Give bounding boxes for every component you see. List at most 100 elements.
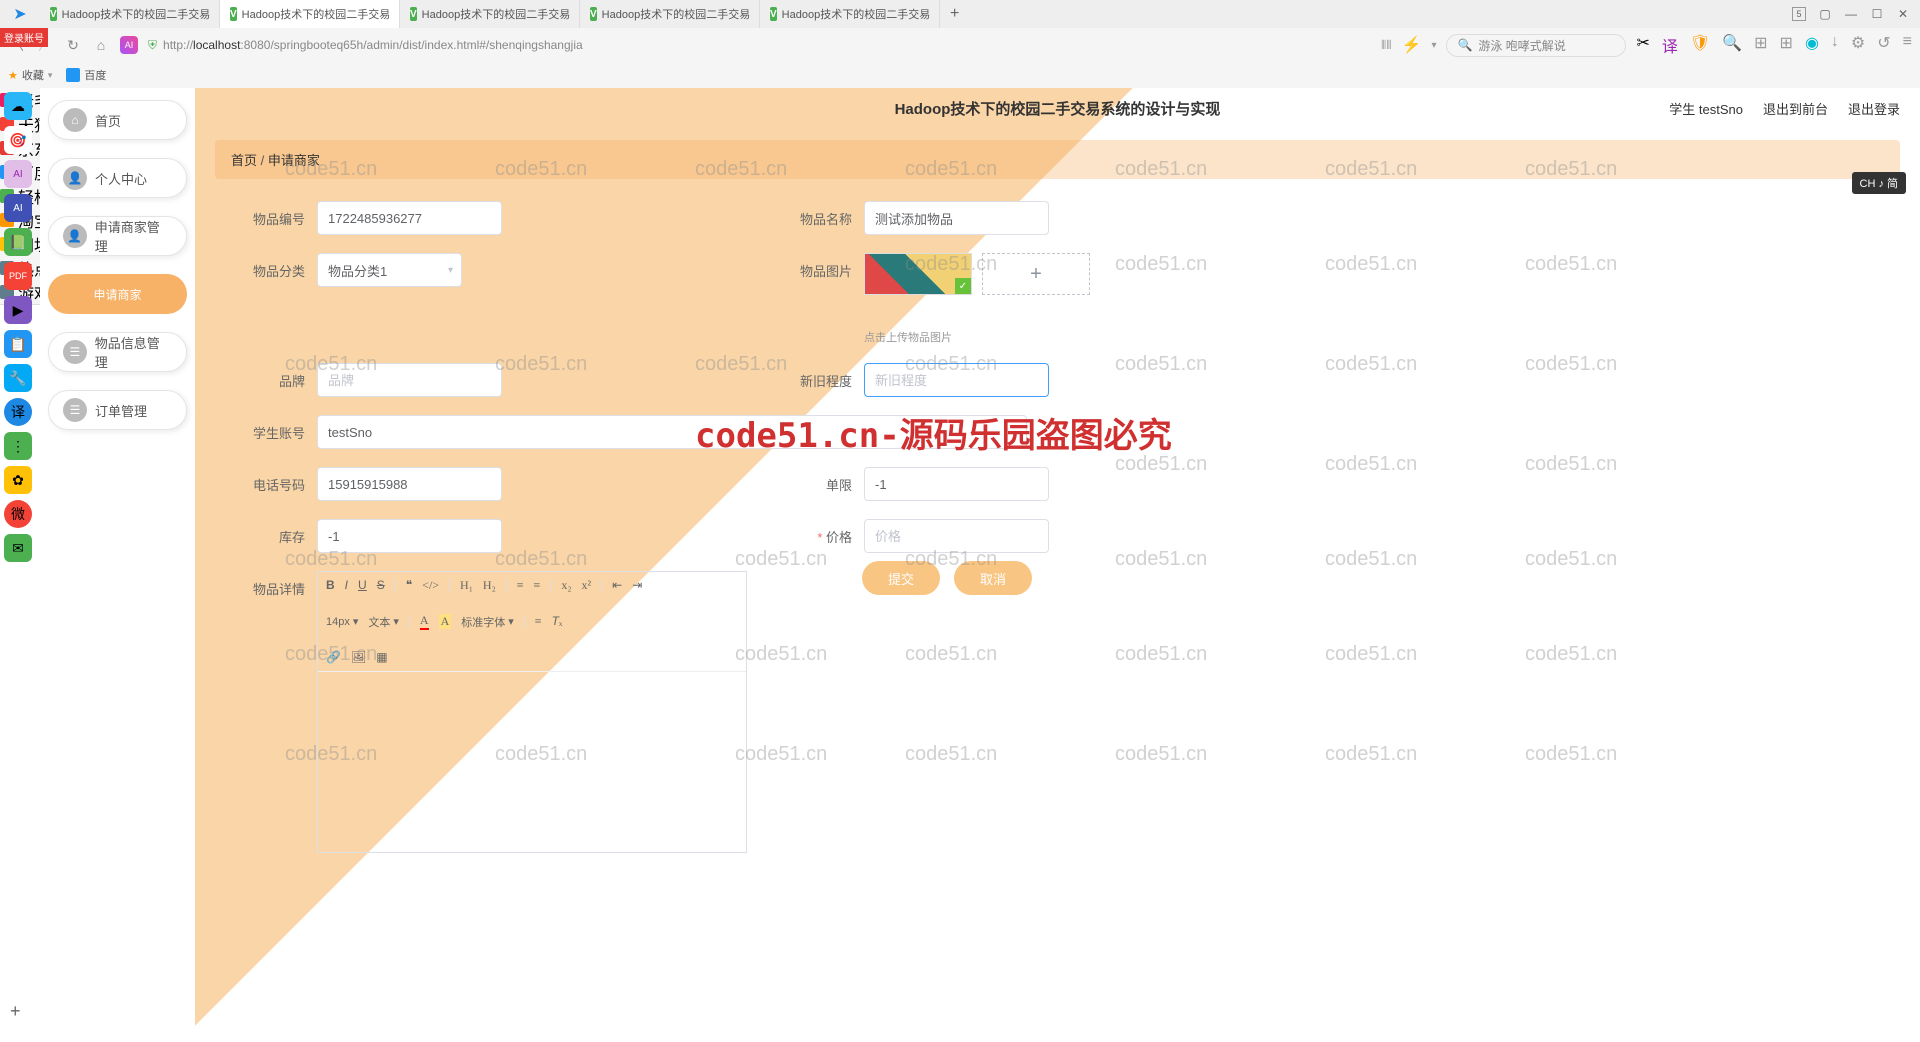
dock-item[interactable]: ✿ — [4, 466, 32, 494]
font-select[interactable]: 标准字体 ▾ — [461, 614, 514, 630]
browser-tab[interactable]: VHadoop技术下的校园二手交易 — [400, 0, 580, 28]
history-icon[interactable]: ↺ — [1877, 33, 1890, 57]
video-button[interactable]: ▦ — [376, 650, 387, 665]
strike-button[interactable]: S — [377, 578, 385, 593]
dock-item[interactable]: 译 — [4, 398, 32, 426]
align-button[interactable]: ≡ — [535, 614, 542, 629]
code-button[interactable]: </> — [422, 578, 439, 593]
ai-icon[interactable]: AI — [120, 36, 138, 54]
style-select[interactable]: 文本 ▾ — [368, 614, 399, 630]
sidebar-item-merchant[interactable]: 👤申请商家管理 — [48, 216, 187, 256]
home-button[interactable]: ⌂ — [92, 36, 110, 54]
list-ordered-button[interactable]: ≡ — [517, 578, 524, 593]
browser-tab[interactable]: VHadoop技术下的校园二手交易 — [40, 0, 220, 28]
circle-icon[interactable]: ◉ — [1805, 33, 1819, 57]
add-dock-button[interactable]: + — [10, 1001, 21, 1022]
brand-input[interactable] — [317, 363, 502, 397]
ime-badge[interactable]: CH ♪ 简 — [1852, 172, 1907, 194]
logout-button[interactable]: 退出登录 — [1848, 99, 1900, 118]
bold-button[interactable]: B — [326, 578, 335, 593]
minimize-button[interactable]: — — [1844, 7, 1858, 21]
editor-toolbar: B I U S ❝ </> H₁ H₂ ≡ ≡ — [318, 572, 746, 672]
subscript-button[interactable]: x₂ — [561, 578, 571, 593]
tab-count-badge[interactable]: 5 — [1792, 7, 1806, 21]
image-button[interactable]: 🖼 — [351, 650, 366, 665]
dock-item[interactable]: AI — [4, 194, 32, 222]
browser-tab-active[interactable]: VHadoop技术下的校园二手交易× — [220, 0, 400, 28]
maximize-button[interactable]: ☐ — [1870, 7, 1884, 21]
link-button[interactable]: 🔗 — [326, 650, 341, 665]
outdent-button[interactable]: ⇥ — [632, 578, 642, 593]
bgcolor-button[interactable]: A — [439, 614, 452, 629]
dock-item[interactable]: 📋 — [4, 330, 32, 358]
italic-button[interactable]: I — [345, 578, 348, 593]
gear-icon[interactable]: ⚙ — [1851, 33, 1865, 57]
shield-icon[interactable]: 🛡 — [1690, 33, 1710, 57]
limit-input[interactable] — [864, 467, 1049, 501]
product-name-input[interactable] — [864, 201, 1049, 235]
dock-item[interactable]: 🔧 — [4, 364, 32, 392]
login-badge[interactable]: 登录账号 — [0, 28, 48, 47]
reload-button[interactable]: ↻ — [64, 36, 82, 54]
menu-icon[interactable]: ≡ — [1903, 33, 1912, 57]
barcode-icon[interactable]: ⦀⦀ — [1381, 38, 1392, 53]
logout-front-button[interactable]: 退出到前台 — [1763, 99, 1828, 118]
bookmark-item[interactable]: 百度 — [66, 67, 106, 83]
editor-content[interactable] — [318, 672, 746, 852]
h2-button[interactable]: H₂ — [483, 578, 496, 593]
user-label[interactable]: 学生 testSno — [1669, 99, 1743, 118]
dock-item[interactable]: AI — [4, 160, 32, 188]
sidebar-item-product[interactable]: ☰物品信息管理 — [48, 332, 187, 372]
category-select[interactable]: 物品分类1▾ — [317, 253, 462, 287]
stock-input[interactable] — [317, 519, 502, 553]
sidebar-item-profile[interactable]: 👤个人中心 — [48, 158, 187, 198]
dock-item[interactable]: 📗 — [4, 228, 32, 256]
sidebar-item-home[interactable]: ⌂首页 — [48, 100, 187, 140]
dock-item[interactable]: 🎯 — [4, 126, 32, 154]
quote-button[interactable]: ❝ — [406, 578, 412, 593]
download-icon[interactable]: ↓ — [1831, 33, 1839, 57]
dock-item[interactable]: ⋮ — [4, 432, 32, 460]
submit-button[interactable]: 提交 — [862, 561, 940, 595]
scissors-icon[interactable]: ✂ — [1636, 33, 1649, 57]
rich-text-editor[interactable]: B I U S ❝ </> H₁ H₂ ≡ ≡ — [317, 571, 747, 853]
textcolor-button[interactable]: A — [420, 613, 429, 630]
underline-button[interactable]: U — [358, 578, 367, 593]
browser-tab[interactable]: VHadoop技术下的校园二手交易 — [580, 0, 760, 28]
menu-icon[interactable]: ▢ — [1818, 7, 1832, 21]
dock-item[interactable]: ☁ — [4, 92, 32, 120]
chevron-down-icon[interactable]: ▾ — [1431, 40, 1436, 51]
sidebar-item-merchant-apply[interactable]: 申请商家 — [48, 274, 187, 314]
url-input[interactable]: ⛨ http://localhost:8080/springbooteq65h/… — [148, 38, 1371, 53]
browser-tab[interactable]: VHadoop技术下的校园二手交易 — [760, 0, 940, 28]
product-id-input[interactable] — [317, 201, 502, 235]
puzzle-icon[interactable]: ⊞ — [1754, 33, 1767, 57]
upload-button[interactable]: + — [982, 253, 1090, 295]
phone-input[interactable] — [317, 467, 502, 501]
superscript-button[interactable]: x² — [582, 578, 592, 593]
dock-item[interactable]: ✉ — [4, 534, 32, 562]
fontsize-select[interactable]: 14px ▾ — [326, 615, 358, 628]
apps-icon[interactable]: ⊞ — [1780, 33, 1793, 57]
condition-input[interactable] — [864, 363, 1049, 397]
sidebar-item-order[interactable]: ☰订单管理 — [48, 390, 187, 430]
breadcrumb-home[interactable]: 首页 — [231, 153, 257, 168]
list-unordered-button[interactable]: ≡ — [534, 578, 541, 593]
translate-icon[interactable]: 译 — [1662, 33, 1678, 57]
dock-item[interactable]: ▶ — [4, 296, 32, 324]
account-input[interactable] — [317, 415, 1027, 449]
dock-item[interactable]: PDF — [4, 262, 32, 290]
indent-button[interactable]: ⇤ — [612, 578, 622, 593]
search-input[interactable]: 🔍 游泳 咆哮式解说 — [1446, 34, 1626, 57]
new-tab-button[interactable]: + — [940, 5, 969, 23]
uploaded-image[interactable]: ✓ — [864, 253, 972, 295]
cancel-button[interactable]: 取消 — [954, 561, 1032, 595]
close-button[interactable]: ✕ — [1896, 7, 1910, 21]
price-input[interactable] — [864, 519, 1049, 553]
dock-item[interactable]: 微 — [4, 500, 32, 528]
search-icon[interactable]: 🔍 — [1722, 33, 1742, 57]
clear-button[interactable]: Tₓ — [552, 614, 563, 629]
h1-button[interactable]: H₁ — [460, 578, 473, 593]
flash-icon[interactable]: ⚡ — [1402, 35, 1422, 55]
favorites-button[interactable]: ★收藏▾ — [8, 67, 52, 83]
